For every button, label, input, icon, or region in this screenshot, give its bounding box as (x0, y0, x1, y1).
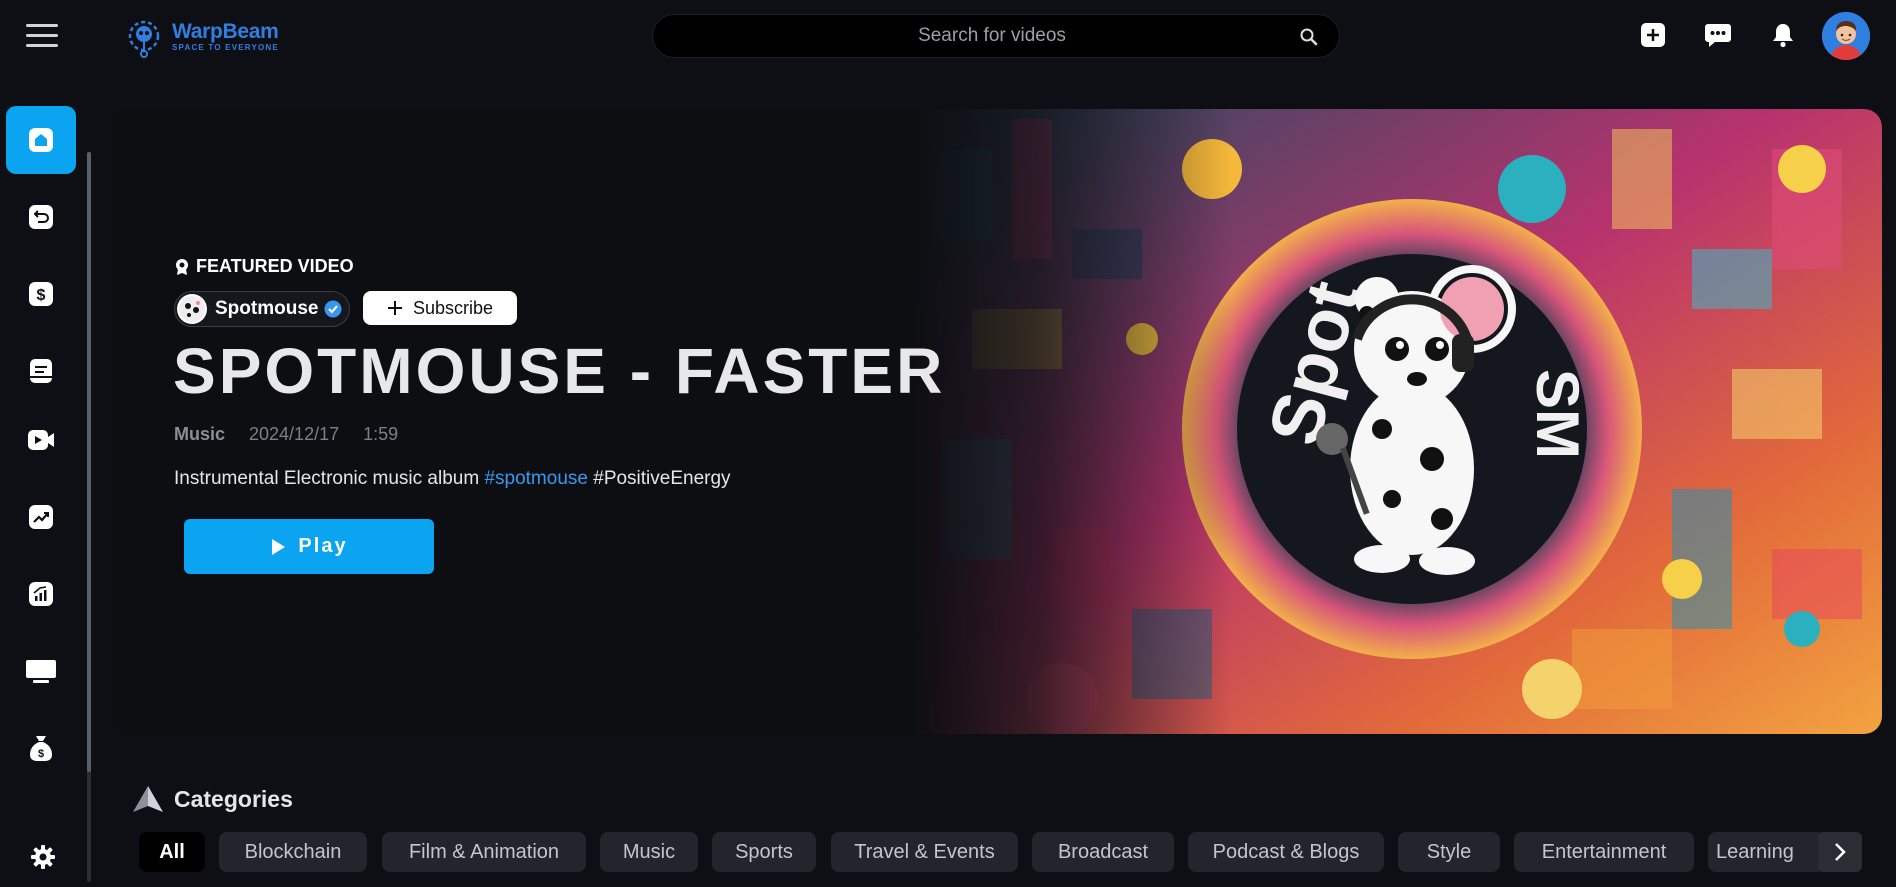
play-label: Play (298, 535, 348, 557)
featured-video-title: SPOTMOUSE - FASTER (173, 335, 946, 407)
money-bag-icon: $ (30, 736, 52, 761)
video-duration: 1:59 (363, 424, 399, 444)
sidebar-item-videos[interactable] (6, 406, 76, 474)
chip-podcast-blogs[interactable]: Podcast & Blogs (1188, 832, 1384, 872)
subscribe-label: Subscribe (412, 297, 494, 318)
sidebar-scrollbar[interactable] (87, 152, 91, 882)
play-button[interactable]: Play (184, 519, 434, 574)
settings-button[interactable] (30, 844, 56, 875)
video-date: 2024/12/17 (249, 424, 340, 444)
bell-icon (1773, 24, 1793, 48)
chip-style[interactable]: Style (1398, 832, 1500, 872)
verified-badge-icon (324, 300, 342, 318)
video-description: Instrumental Electronic music album #spo… (174, 468, 731, 490)
sidebar-item-history[interactable] (6, 183, 76, 251)
chat-bubble-icon (1705, 24, 1731, 47)
gear-icon (31, 845, 55, 869)
categories-header: Categories (132, 784, 293, 814)
chip-music[interactable]: Music (600, 832, 698, 872)
svg-text:SM: SM (1524, 369, 1591, 459)
chip-film-animation[interactable]: Film & Animation (382, 832, 586, 872)
categories-next-button[interactable] (1818, 832, 1862, 872)
sidebar-item-analytics[interactable] (6, 560, 76, 628)
featured-hero-banner[interactable]: Spot SM (112, 109, 1882, 734)
sidebar-item-home[interactable] (6, 106, 76, 174)
sidebar-item-earnings[interactable]: $ (6, 260, 76, 328)
dollar-icon: $ (29, 282, 53, 306)
categories-title: Categories (174, 785, 293, 812)
description-text: Instrumental Electronic music album (174, 468, 485, 489)
monitor-icon (26, 660, 56, 683)
search-icon[interactable] (1299, 27, 1319, 47)
messages-button[interactable] (1703, 20, 1733, 50)
hamburger-menu-icon[interactable] (26, 22, 58, 50)
channel-name: Spotmouse (215, 298, 319, 319)
play-icon (272, 538, 286, 555)
chip-entertainment[interactable]: Entertainment (1514, 832, 1694, 872)
sidebar-item-trending[interactable] (6, 483, 76, 551)
search-input[interactable] (673, 15, 1273, 57)
hashtag-link[interactable]: #spotmouse (484, 468, 588, 489)
chip-all[interactable]: All (139, 832, 205, 872)
logo-mark-icon (128, 20, 160, 58)
sidebar-item-monetization[interactable]: $ (6, 714, 76, 782)
sidebar-item-documents[interactable] (6, 337, 76, 405)
video-category[interactable]: Music (174, 424, 225, 445)
user-avatar[interactable] (1822, 12, 1870, 60)
svg-text:$: $ (37, 287, 46, 304)
chip-broadcast[interactable]: Broadcast (1032, 832, 1174, 872)
top-bar: WarpBeam SPACE TO EVERYONE (0, 0, 1896, 72)
sidebar-scrollbar-thumb[interactable] (87, 152, 91, 772)
svg-text:$: $ (38, 748, 44, 760)
channel-chip[interactable]: Spotmouse (174, 291, 350, 327)
brand-tagline: SPACE TO EVERYONE (172, 43, 279, 52)
analytics-icon (29, 582, 53, 606)
home-icon (29, 128, 53, 152)
video-meta: Music 2024/12/17 1:59 (174, 424, 398, 445)
chevron-right-icon (1835, 843, 1846, 861)
chip-sports[interactable]: Sports (712, 832, 816, 872)
plus-icon (387, 301, 402, 315)
chip-learning[interactable]: Learning (1708, 832, 1826, 872)
chip-travel-events[interactable]: Travel & Events (831, 832, 1018, 872)
categories-icon (133, 786, 163, 812)
sidebar-item-broadcast[interactable] (6, 637, 76, 705)
history-icon (29, 205, 53, 229)
hashtag-text[interactable]: #PositiveEnergy (593, 468, 730, 489)
award-ribbon-icon (176, 258, 188, 275)
video-icon (28, 430, 54, 450)
brand-logo[interactable]: WarpBeam SPACE TO EVERYONE (122, 12, 292, 62)
featured-badge-label: FEATURED VIDEO (196, 256, 354, 276)
channel-avatar (177, 294, 207, 324)
subscribe-button[interactable]: Subscribe (363, 291, 517, 325)
search-bar (652, 14, 1340, 58)
trending-icon (29, 505, 53, 529)
notifications-button[interactable] (1768, 20, 1798, 50)
create-button[interactable] (1638, 20, 1668, 50)
plus-square-icon (1641, 23, 1665, 47)
featured-badge: FEATURED VIDEO (174, 256, 354, 277)
document-icon (30, 359, 52, 383)
chip-blockchain[interactable]: Blockchain (219, 832, 367, 872)
brand-name: WarpBeam (172, 20, 279, 43)
